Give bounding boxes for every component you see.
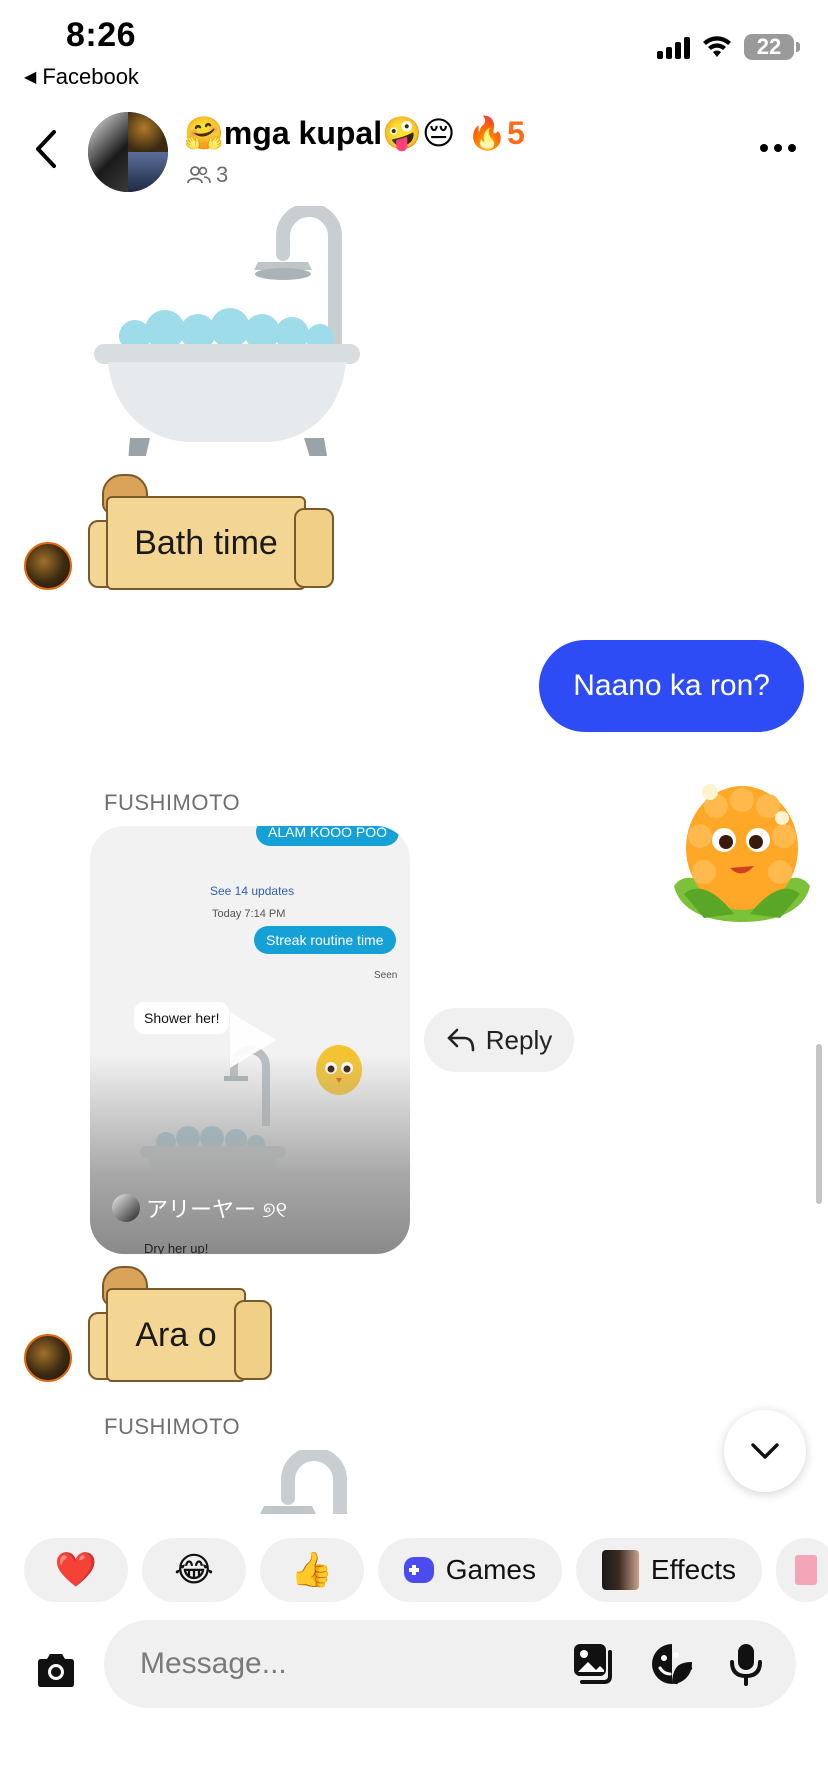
video-shower-card: Shower her!	[134, 1002, 230, 1034]
quick-reactions-bar: ❤️ 😂 👍 Games Effects	[24, 1538, 828, 1602]
outgoing-message[interactable]: Naano ka ron?	[539, 640, 804, 732]
message-composer	[0, 1620, 828, 1720]
title-emoji-suffix: 🤪😔	[382, 115, 456, 151]
bathtub-sticker[interactable]	[90, 206, 370, 456]
gamepad-icon	[404, 1557, 434, 1583]
effects-label: Effects	[650, 1554, 736, 1585]
video-author-avatar	[112, 1194, 140, 1222]
scroll-to-bottom-button[interactable]	[724, 1410, 806, 1492]
microphone-icon[interactable]	[724, 1642, 768, 1686]
group-avatar[interactable]	[88, 112, 168, 192]
message-input-container[interactable]	[104, 1620, 796, 1708]
chat-header: 🤗 mga kupal 🤪😔 🔥5 3	[0, 100, 828, 200]
games-label: Games	[445, 1554, 536, 1585]
sender-name: FUSHIMOTO	[104, 790, 241, 815]
people-icon	[187, 166, 211, 184]
thumbs-up-reaction-button[interactable]: 👍	[260, 1538, 364, 1602]
ara-o-sticker[interactable]: Ara o	[88, 1266, 272, 1384]
scrollbar[interactable]	[816, 1044, 822, 1204]
member-count[interactable]: 3	[186, 162, 228, 188]
title-emoji-hug: 🤗	[184, 115, 224, 151]
cellular-signal-icon	[657, 35, 690, 59]
group-name: mga kupal	[223, 114, 383, 151]
corn-sticker[interactable]	[664, 776, 820, 924]
status-indicators: 22	[657, 34, 800, 60]
sender-name: FUSHIMOTO	[104, 1414, 241, 1439]
video-streak-bubble: Streak routine time	[254, 926, 396, 954]
back-triangle-icon: ◀	[24, 69, 37, 86]
group-title[interactable]: 🤗 mga kupal 🤪😔 🔥5	[184, 114, 525, 152]
effects-thumbnail-icon	[602, 1550, 639, 1590]
more-options-icon[interactable]	[760, 144, 796, 152]
back-to-app-link[interactable]: ◀ Facebook	[24, 64, 139, 90]
video-author: アリーヤー ୭୧	[112, 1192, 287, 1224]
shared-video-card[interactable]: ALAM KOOO POO See 14 updates Today 7:14 …	[90, 826, 410, 1254]
fire-icon: 🔥	[467, 115, 508, 151]
back-app-label: Facebook	[42, 64, 139, 89]
bath-time-text: Bath time	[106, 496, 306, 590]
member-count-value: 3	[216, 162, 229, 187]
reply-label: Reply	[485, 1024, 553, 1055]
wifi-icon	[703, 36, 731, 57]
sticker-icon[interactable]	[650, 1642, 694, 1686]
gallery-icon[interactable]	[572, 1642, 616, 1686]
sender-avatar[interactable]	[24, 1334, 72, 1382]
video-author-name: アリーヤー ୭୧	[146, 1197, 288, 1222]
games-button[interactable]: Games	[378, 1538, 562, 1602]
video-bottom-text: Dry her up!	[144, 1241, 209, 1254]
effects-button[interactable]: Effects	[576, 1538, 762, 1602]
streak-badge: 🔥5	[467, 114, 525, 152]
bath-time-sticker[interactable]: Bath time	[88, 474, 336, 592]
video-timestamp: Today 7:14 PM	[212, 908, 286, 920]
laugh-reaction-button[interactable]: 😂	[142, 1538, 246, 1602]
camera-icon[interactable]	[34, 1652, 78, 1688]
reply-button[interactable]: Reply	[424, 1008, 574, 1072]
video-top-bubble: ALAM KOOO POO	[256, 826, 400, 846]
battery-icon: 22	[744, 34, 800, 60]
more-chip-partial[interactable]	[776, 1538, 828, 1602]
streak-count: 5	[507, 115, 525, 151]
ara-o-text: Ara o	[106, 1288, 246, 1382]
chevron-down-icon	[751, 1443, 779, 1459]
message-input[interactable]	[140, 1620, 540, 1708]
heart-reaction-button[interactable]: ❤️	[24, 1538, 128, 1602]
partial-chip-icon	[795, 1555, 817, 1585]
sender-avatar[interactable]	[24, 542, 72, 590]
video-see-updates: See 14 updates	[210, 884, 295, 898]
reply-arrow-icon	[447, 1028, 475, 1052]
video-play-icon[interactable]	[230, 1012, 276, 1068]
status-time: 8:26	[66, 16, 137, 54]
shower-sticker-partial[interactable]	[258, 1450, 358, 1514]
video-seen: Seen	[374, 970, 398, 981]
back-chevron-icon[interactable]	[26, 124, 66, 174]
